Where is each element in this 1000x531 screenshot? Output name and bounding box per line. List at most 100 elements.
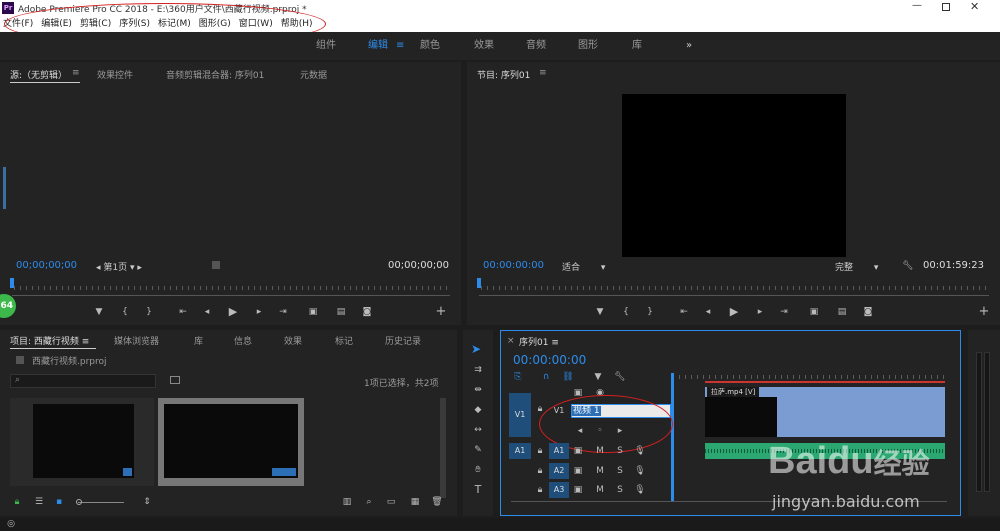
v1-source-patch[interactable]: V1 (509, 393, 531, 437)
more-workspaces-icon[interactable]: » (686, 32, 692, 60)
play-icon[interactable]: ▶ (226, 306, 240, 318)
quality-dropdown[interactable]: 完整 ▾ (835, 260, 878, 273)
mute-button[interactable]: M (593, 484, 607, 496)
nest-icon[interactable]: ⎘ (511, 371, 525, 383)
lock-track-icon[interactable]: 🔒︎ (533, 445, 547, 457)
extract-icon[interactable]: ▤ (835, 306, 849, 318)
track-select-icon[interactable]: ⇉ (471, 364, 485, 376)
new-bin-icon[interactable]: ▭ (384, 496, 398, 508)
scrollbar[interactable] (3, 167, 6, 209)
tab-history[interactable]: 历史记录 (385, 334, 421, 347)
snap-icon[interactable]: ∩ (539, 371, 553, 383)
tab-libraries[interactable]: 库 (194, 334, 203, 347)
page-select[interactable]: ◂ 第1页 ▾ ▸ (96, 260, 142, 273)
tab-metadata[interactable]: 元数据 (300, 68, 327, 81)
go-to-in-icon[interactable]: ⇤ (176, 306, 190, 318)
add-marker-icon[interactable]: ▼ (591, 371, 605, 383)
add-button-icon[interactable]: + (977, 305, 991, 318)
go-to-out-icon[interactable]: ⇥ (777, 306, 791, 318)
source-ruler[interactable] (14, 286, 450, 290)
mic-icon[interactable]: 🎙︎ (633, 484, 647, 496)
a2-track-target[interactable]: A2 (549, 463, 569, 479)
camera-icon[interactable]: ◙ (360, 306, 374, 318)
zoom-slider[interactable] (78, 502, 124, 503)
source-scrub-bar[interactable] (12, 295, 450, 296)
restore-icon[interactable] (942, 3, 950, 11)
type-tool-icon[interactable]: T (471, 484, 485, 496)
tab-sequence[interactable]: 序列01 ≡ (519, 335, 559, 348)
go-to-in-icon[interactable]: ⇤ (677, 306, 691, 318)
wrench-icon[interactable]: 🔧︎ (901, 260, 915, 272)
hand-icon[interactable]: ✋︎ (471, 464, 485, 476)
insert-icon[interactable]: ▣ (306, 306, 320, 318)
playhead-icon[interactable] (477, 278, 481, 288)
tab-menu-icon[interactable]: ≡ (72, 68, 80, 78)
a3-track-target[interactable]: A3 (549, 482, 569, 498)
in-point-icon[interactable]: { (619, 306, 633, 318)
list-view-icon[interactable]: ☰ (32, 496, 46, 508)
close-tab-icon[interactable]: × (507, 336, 515, 346)
work-area-bar[interactable] (705, 381, 945, 383)
mic-icon[interactable]: 🎙︎ (633, 445, 647, 457)
mute-button[interactable]: M (593, 465, 607, 477)
step-back-icon[interactable]: ◂ (200, 306, 214, 318)
a1-source-patch[interactable]: A1 (509, 443, 531, 459)
lock-track-icon[interactable]: 🔒︎ (533, 465, 547, 477)
overwrite-icon[interactable]: ▤ (334, 306, 348, 318)
linked-selection-icon[interactable]: ⛓︎ (561, 371, 575, 383)
tab-menu-icon[interactable]: ≡ (539, 68, 547, 78)
tab-effect-controls[interactable]: 效果控件 (97, 68, 133, 81)
lock-track-icon[interactable]: 🔒︎ (533, 484, 547, 496)
tab-source[interactable]: 源:（无剪辑） (10, 68, 67, 81)
search-input[interactable]: ⌕ (10, 374, 156, 388)
fit-dropdown[interactable]: 适合 ▾ (562, 260, 605, 273)
sync-lock-icon[interactable]: ▣ (571, 484, 585, 496)
hamburger-icon[interactable]: ≡ (396, 32, 404, 60)
solo-button[interactable]: S (613, 465, 627, 477)
workspace-audio[interactable]: 音频 (526, 32, 546, 60)
out-point-icon[interactable]: } (142, 306, 156, 318)
fit-icon[interactable] (212, 261, 220, 269)
razor-icon[interactable]: ◆ (471, 404, 485, 416)
camera-icon[interactable]: ◙ (861, 306, 875, 318)
play-icon[interactable]: ▶ (727, 306, 741, 318)
timeline-settings-icon[interactable]: 🔧︎ (613, 371, 627, 383)
workspace-effects[interactable]: 效果 (474, 32, 494, 60)
timeline-playhead[interactable] (671, 373, 674, 501)
solo-button[interactable]: S (613, 445, 627, 457)
marker-icon[interactable]: ▼ (593, 306, 607, 318)
new-item-icon[interactable]: ▦ (408, 496, 422, 508)
workspace-color[interactable]: 颜色 (420, 32, 440, 60)
timeline-ruler[interactable] (673, 375, 945, 379)
step-back-icon[interactable]: ◂ (701, 306, 715, 318)
add-button-icon[interactable]: + (434, 305, 448, 318)
a1-track-target[interactable]: A1 (549, 443, 569, 459)
clip-item-1[interactable] (10, 398, 154, 486)
workspace-assembly[interactable]: 组件 (316, 32, 336, 60)
automate-icon[interactable]: ▥ (340, 496, 354, 508)
sync-lock-icon[interactable]: ▣ (571, 465, 585, 477)
workspace-graphics[interactable]: 图形 (578, 32, 598, 60)
playhead-icon[interactable] (10, 278, 14, 288)
find-icon[interactable]: ⌕ (362, 496, 376, 508)
marker-icon[interactable]: ▼ (92, 306, 106, 318)
selection-tool-icon[interactable]: ➤ (471, 342, 485, 356)
tab-effects[interactable]: 效果 (284, 334, 302, 347)
workspace-editing[interactable]: 编辑 (368, 32, 388, 60)
trash-icon[interactable]: 🗑︎ (430, 496, 444, 508)
icon-view-icon[interactable]: ▪ (52, 496, 66, 508)
tab-media-browser[interactable]: 媒体浏览器 (114, 334, 159, 347)
program-timecode-left[interactable]: 00:00:00:00 (483, 260, 544, 271)
tab-markers[interactable]: 标记 (335, 334, 353, 347)
source-timecode-left[interactable]: 00;00;00;00 (16, 260, 77, 271)
slip-icon[interactable]: ↔ (471, 424, 485, 436)
timeline-timecode[interactable]: 00:00:00:00 (513, 353, 586, 367)
solo-button[interactable]: S (613, 484, 627, 496)
tab-audio-clip-mixer[interactable]: 音频剪辑混合器: 序列01 (166, 68, 264, 81)
go-to-out-icon[interactable]: ⇥ (276, 306, 290, 318)
tab-program[interactable]: 节目: 序列01 (477, 68, 530, 81)
tab-info[interactable]: 信息 (234, 334, 252, 347)
project-scrollbar[interactable] (440, 398, 446, 498)
program-ruler[interactable] (481, 286, 989, 290)
mic-icon[interactable]: 🎙︎ (633, 465, 647, 477)
